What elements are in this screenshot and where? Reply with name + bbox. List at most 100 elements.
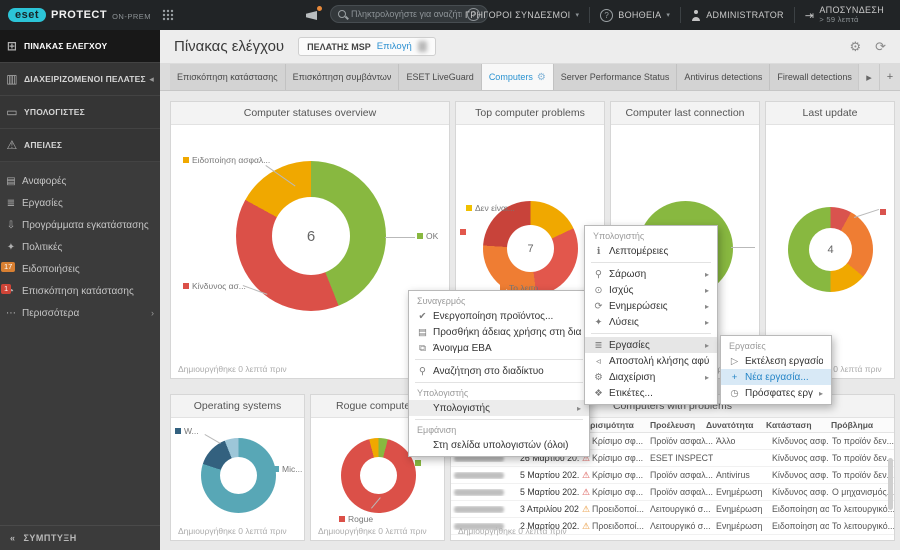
quick-links-menu[interactable]: ΓΡΗΓΟΡΟΙ ΣΥΝΔΕΣΜΟΙ ▾ — [455, 10, 589, 20]
sidebar-item-label: Αναφορές — [22, 176, 160, 187]
announcements-icon[interactable] — [306, 9, 320, 21]
sidebar-item[interactable]: ⋯ Περισσότερα › — [0, 302, 160, 324]
menu-item[interactable]: ▷ Εκτέλεση εργασίας... — [721, 353, 831, 369]
card-title: Operating systems — [171, 395, 304, 418]
tab-label: Computers — [489, 72, 533, 82]
menu-item[interactable]: ⧉ Άνοιγμα EBA — [409, 340, 589, 356]
sidebar-item[interactable]: ⚠ ΑΠΕΙΛΕΣ — [0, 129, 160, 162]
cell-capability: Άλλο — [713, 436, 769, 446]
menu-item-label: Εκτέλεση εργασίας... — [745, 356, 823, 367]
help-label: ΒΟΗΘΕΙΑ — [618, 10, 661, 20]
menu-item: Εμφάνιση — [409, 423, 589, 437]
sidebar-item[interactable]: ▤ Αναφορές — [0, 170, 160, 192]
sidebar-collapse-button[interactable]: « ΣΥΜΠΤΥΞΗ — [0, 525, 160, 550]
legend-item: Rogue — [339, 514, 373, 524]
menu-item[interactable]: ⟳ Ενημερώσεις ▸ — [585, 298, 717, 314]
menu-item[interactable]: + Νέα εργασία... — [721, 369, 831, 385]
table-row[interactable]: 3 Απριλίου 202... Προειδοποί... Λειτουργ… — [451, 501, 894, 518]
cell-capability: Ενημέρωση — [713, 487, 769, 497]
dashboard-tab[interactable]: Antivirus detections — [677, 64, 770, 90]
tab-scroll-right-button[interactable]: ▸ — [858, 64, 879, 90]
dashboard-settings-gear-icon[interactable]: ⚙ — [849, 39, 861, 55]
details-icon: ℹ — [591, 246, 606, 257]
help-menu[interactable]: ? ΒΟΗΘΕΙΑ ▾ — [590, 9, 680, 22]
last-update-donut[interactable]: 4 — [788, 207, 873, 292]
operating-systems-donut[interactable] — [201, 438, 276, 513]
tab-settings-gear-icon[interactable]: ⚙ — [537, 72, 546, 83]
refresh-icon[interactable]: ⟳ — [875, 39, 886, 55]
sidebar: ⊞ ΠΙΝΑΚΑΣ ΕΛΕΓΧΟΥ ▥ ΔΙΑΧΕΙΡΙΖΟΜΕΝΟΙ ΠΕΛΑ… — [0, 30, 160, 550]
app-grid-icon[interactable] — [162, 9, 174, 21]
tasks-icon: ≣ — [591, 340, 606, 351]
updates-icon: ⟳ — [591, 301, 606, 312]
table-row[interactable]: 5 Μαρτίου 202... Κρίσιμο σφ... Προϊόν ασ… — [451, 467, 894, 484]
table-column-header[interactable]: Κρισιμότητα — [581, 420, 647, 430]
computer-statuses-donut[interactable]: 6 — [236, 161, 386, 311]
managed-clients-icon: ▥ — [0, 72, 24, 86]
table-row[interactable]: 5 Μαρτίου 202... Κρίσιμο σφ... Προϊόν ασ… — [451, 484, 894, 501]
dashboard-tabbar: Επισκόπηση κατάστασης Επισκόπηση συμβάντ… — [160, 64, 900, 91]
policies-icon: ✦ — [0, 242, 22, 253]
menu-item[interactable]: ⚲ Αναζήτηση στο διαδίκτυο — [409, 363, 589, 379]
session-time: > 59 λεπτά — [819, 15, 884, 25]
menu-item[interactable]: Στη σελίδα υπολογιστών (όλοι) — [409, 437, 589, 453]
menu-item[interactable]: ℹ Λεπτομέρειες — [585, 243, 717, 259]
menu-item[interactable]: ⊙ Ισχύς ▸ — [585, 282, 717, 298]
menu-item[interactable]: ⚲ Σάρωση ▸ — [585, 266, 717, 282]
dashboard-tab[interactable]: Computers ⚙ — [482, 64, 554, 90]
table-column-header[interactable]: Κατάσταση — [763, 420, 828, 430]
menu-item[interactable]: ▤ Προσθήκη άδειας χρήσης στη διαχεί... — [409, 324, 589, 340]
cell-problem: Το προϊόν δεν... — [829, 436, 894, 446]
power-icon: ⊙ — [591, 285, 606, 296]
client-selector-chip[interactable]: ΠΕΛΑΤΗΣ MSP Επιλογή — [298, 37, 436, 56]
dashboard-tab[interactable]: Επισκόπηση συμβάντων — [286, 64, 400, 90]
donut-center-value: 7 — [527, 243, 533, 255]
sidebar-item[interactable]: ⊞ ΠΙΝΑΚΑΣ ΕΛΕΓΧΟΥ — [0, 30, 160, 63]
sidebar-item[interactable]: ▥ ΔΙΑΧΕΙΡΙΖΟΜΕΝΟΙ ΠΕΛΑΤΕΣ ◂ — [0, 63, 160, 96]
menu-item — [591, 262, 711, 263]
logout-button[interactable]: ⇥ ΑΠΟΣΥΝΔΕΣΗ > 59 λεπτά — [795, 5, 894, 25]
card-title: Last update — [766, 102, 894, 125]
menu-item-label: Εργασίες — [729, 341, 823, 351]
cell-status: Ειδοποίηση ασ... — [769, 521, 829, 531]
menu-item[interactable]: ≣ Εργασίες ▸ — [585, 337, 717, 353]
sidebar-item[interactable]: 17 ⚑ Ειδοποιήσεις — [0, 258, 160, 280]
logout-icon: ⇥ — [805, 9, 815, 22]
dashboard-tab[interactable]: Server Performance Status — [554, 64, 678, 90]
dashboard-tab[interactable]: Επισκόπηση κατάστασης — [170, 64, 286, 90]
quick-links-label: ΓΡΗΓΟΡΟΙ ΣΥΝΔΕΣΜΟΙ — [465, 10, 570, 20]
sidebar-item[interactable]: ▭ ΥΠΟΛΟΓΙΣΤΕΣ — [0, 96, 160, 129]
menu-item[interactable]: ◷ Πρόσφατες εργασίες ▸ — [721, 385, 831, 401]
menu-item-label: Ενεργοποίηση προϊόντος... — [433, 311, 581, 322]
cell-problem: Ο μηχανισμός... — [829, 487, 894, 497]
sidebar-item[interactable]: 1 ◔ Επισκόπηση κατάστασης — [0, 280, 160, 302]
dashboard-tab[interactable]: ESET LiveGuard — [399, 64, 481, 90]
search-input[interactable] — [351, 9, 462, 19]
menu-item[interactable]: ✦ Λύσεις ▸ — [585, 314, 717, 330]
sidebar-primary-nav: ⊞ ΠΙΝΑΚΑΣ ΕΛΕΓΧΟΥ ▥ ΔΙΑΧΕΙΡΙΖΟΜΕΝΟΙ ΠΕΛΑ… — [0, 30, 160, 162]
sidebar-item[interactable]: ⇩ Προγράμματα εγκατάστασης — [0, 214, 160, 236]
sidebar-item[interactable]: ≣ Εργασίες — [0, 192, 160, 214]
context-menu-alarm: Συναγερμός ✔ Ενεργοποίηση προϊόντος... ▤… — [408, 290, 590, 457]
rogue-computers-donut[interactable] — [341, 438, 416, 513]
sidebar-item[interactable]: ✦ Πολιτικές — [0, 236, 160, 258]
menu-item[interactable]: ✔ Ενεργοποίηση προϊόντος... — [409, 308, 589, 324]
page-title: Πίνακας ελέγχου — [174, 38, 284, 55]
dashboard-tab[interactable]: Firewall detections — [770, 64, 860, 90]
menu-item[interactable]: ⚙ Διαχείριση ▸ — [585, 369, 717, 385]
menu-item[interactable]: ❖ Ετικέτες... — [585, 385, 717, 401]
table-column-header[interactable]: Προέλευση — [647, 420, 703, 430]
tab-label: Firewall detections — [777, 72, 852, 82]
menu-item[interactable]: Υπολογιστής ▸ — [409, 400, 589, 416]
cell-severity: Κρίσιμο σφ... — [592, 487, 643, 497]
user-menu[interactable]: ADMINISTRATOR — [681, 10, 794, 21]
table-column-header[interactable]: Δυνατότητα — [703, 420, 763, 430]
client-select-link[interactable]: Επιλογή — [377, 41, 412, 52]
top-problems-donut[interactable]: 7 — [483, 201, 578, 296]
cell-date: 5 Μαρτίου 202... — [517, 487, 579, 497]
menu-item[interactable]: ◃ Αποστολή κλήσης αφύπνισης — [585, 353, 717, 369]
add-dashboard-button[interactable]: + — [879, 64, 900, 90]
table-scrollbar[interactable] — [888, 458, 893, 510]
web-search-icon: ⚲ — [415, 366, 430, 377]
table-column-header[interactable]: Πρόβλημα — [828, 420, 876, 430]
